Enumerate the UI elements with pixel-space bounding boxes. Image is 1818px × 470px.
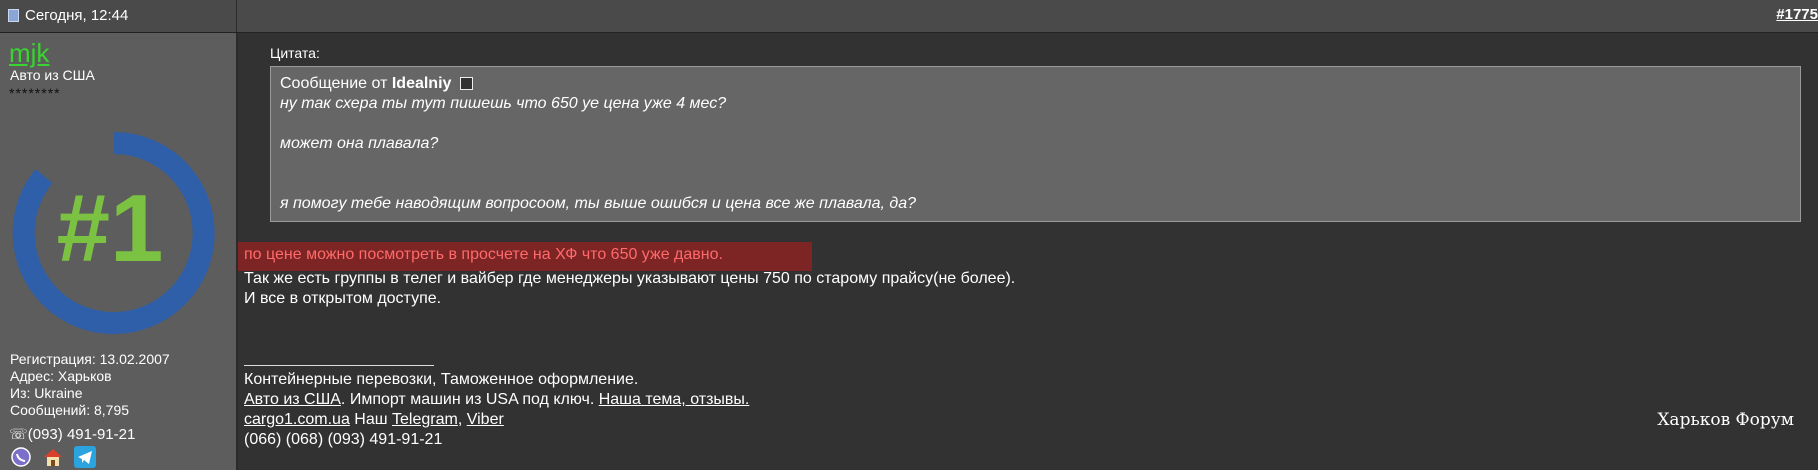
cargo-site-link[interactable]: cargo1.com.ua	[244, 411, 350, 428]
signature-line: Контейнерные перевозки, Таможенное оформ…	[244, 371, 639, 388]
signature-divider	[244, 365, 434, 366]
highlighted-text: по цене можно посмотреть в просчете на Х…	[244, 246, 723, 263]
user-info: Регистрация: 13.02.2007 Адрес: Харьков И…	[10, 351, 170, 419]
avatar-number: #1	[57, 175, 164, 282]
post-date: Сегодня, 12:44	[8, 7, 128, 24]
signature-text: Наш	[349, 411, 393, 428]
quote-label: Цитата:	[270, 45, 320, 61]
quote-line: может она плавала?	[280, 135, 439, 152]
quote-line	[280, 114, 1791, 134]
telegram-link[interactable]: Telegram	[392, 411, 458, 428]
signature: Контейнерные перевозки, Таможенное оформ…	[244, 370, 749, 450]
user-address: Адрес: Харьков	[10, 368, 112, 384]
quote-line: я помогу тебе наводящим вопросоом, ты вы…	[280, 195, 917, 212]
post-line: И все в открытом доступе.	[244, 290, 442, 307]
quote-block: Сообщение от Idealniy ну так схера ты ту…	[270, 66, 1801, 222]
user-post-count: Сообщений: 8,795	[10, 402, 130, 418]
highlighted-text-block: по цене можно посмотреть в просчете на Х…	[238, 242, 812, 271]
post-header: Сегодня, 12:44 #1775	[0, 0, 1818, 33]
viber-icon[interactable]	[9, 446, 33, 468]
telegram-icon[interactable]	[73, 446, 97, 468]
signature-line: cargo1.com.ua Наш Telegram, Viber	[244, 410, 749, 430]
user-title: Авто из США	[10, 67, 95, 83]
signature-text: ,	[457, 411, 467, 428]
signature-text: . Импорт машин из USA под ключ.	[340, 391, 599, 408]
user-location: Из: Ukraine	[10, 385, 83, 401]
post-text: Так же есть группы в телег и вайбер где …	[244, 269, 1015, 309]
quote-author-line: Сообщение от Idealniy	[280, 74, 1791, 94]
auto-usa-link[interactable]: Авто из США	[244, 391, 341, 408]
avatar[interactable]: #1	[10, 129, 218, 337]
post-line: Так же есть группы в телег и вайбер где …	[244, 270, 1016, 287]
home-icon[interactable]	[41, 446, 65, 468]
post-icon	[8, 9, 19, 22]
header-divider	[236, 0, 237, 32]
user-phone: ☏(093) 491-91-21	[9, 426, 136, 443]
signature-line: Авто из США. Импорт машин из USA под клю…	[244, 390, 749, 410]
username-link[interactable]: mjk	[9, 38, 49, 69]
quote-line: ну так схера ты тут пишешь что 650 уе це…	[280, 95, 727, 112]
viber-link[interactable]: Viber	[467, 411, 504, 428]
quote-line	[280, 154, 1791, 174]
user-registration: Регистрация: 13.02.2007	[10, 351, 170, 367]
view-post-icon[interactable]	[459, 77, 473, 90]
quote-author: Idealniy	[391, 75, 452, 92]
quote-line	[280, 174, 1791, 194]
post-date-text: Сегодня, 12:44	[25, 7, 129, 24]
user-rank-stars: ********	[9, 85, 61, 101]
post-body: Цитата: Сообщение от Idealniy ну так схе…	[238, 33, 1818, 470]
quote-from-prefix: Сообщение от	[280, 75, 388, 92]
post-number-link[interactable]: #1775	[1776, 6, 1818, 23]
signature-phones: (066) (068) (093) 491-91-21	[244, 431, 443, 448]
user-sidebar: mjk Авто из США ******** #1 Регистрация:…	[0, 33, 238, 470]
topic-reviews-link[interactable]: Наша тема, отзывы.	[599, 391, 750, 408]
contact-icons	[9, 446, 97, 468]
forum-watermark: Харьков Форум	[1657, 410, 1794, 430]
